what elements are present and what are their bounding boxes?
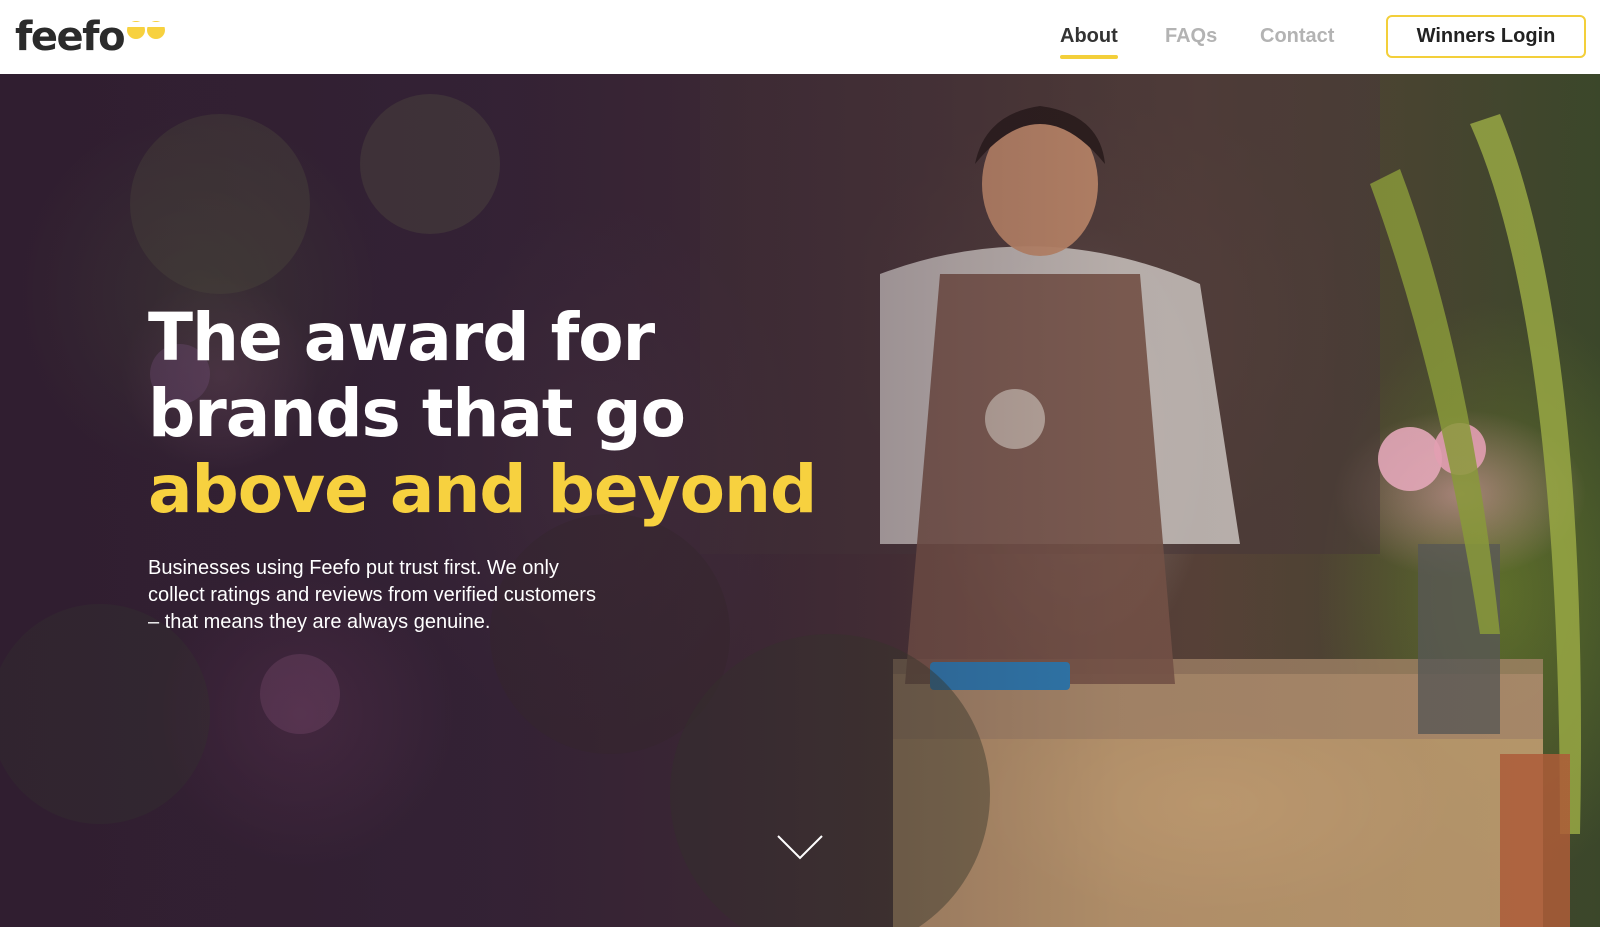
hero-headline: The award for brands that go above and b… [148,300,908,528]
feefo-logo[interactable]: feefo [15,14,167,60]
headline-line: The award for [148,299,655,376]
logo-wordmark: feefo [15,14,126,60]
active-nav-underline [1060,55,1118,59]
chevron-down-icon[interactable] [776,834,824,862]
hero-description: Businesses using Feefo put trust first. … [148,557,596,633]
site-header: feefo About FAQs Contact Winners Login [0,0,1600,74]
logo-eyes-icon [126,21,167,39]
nav-item-label: Contact [1260,25,1335,47]
winners-login-button[interactable]: Winners Login [1386,15,1586,58]
nav-item-about[interactable]: About [1060,22,1118,59]
headline-line: brands that go [148,375,686,452]
nav-item-label: FAQs [1165,25,1218,47]
nav-item-label: About [1060,25,1118,47]
nav-item-faqs[interactable]: FAQs [1165,22,1217,50]
hero-section: The award for brands that go above and b… [0,74,1600,927]
headline-accent-line: above and beyond [148,451,817,528]
nav-item-contact[interactable]: Contact [1260,22,1334,50]
